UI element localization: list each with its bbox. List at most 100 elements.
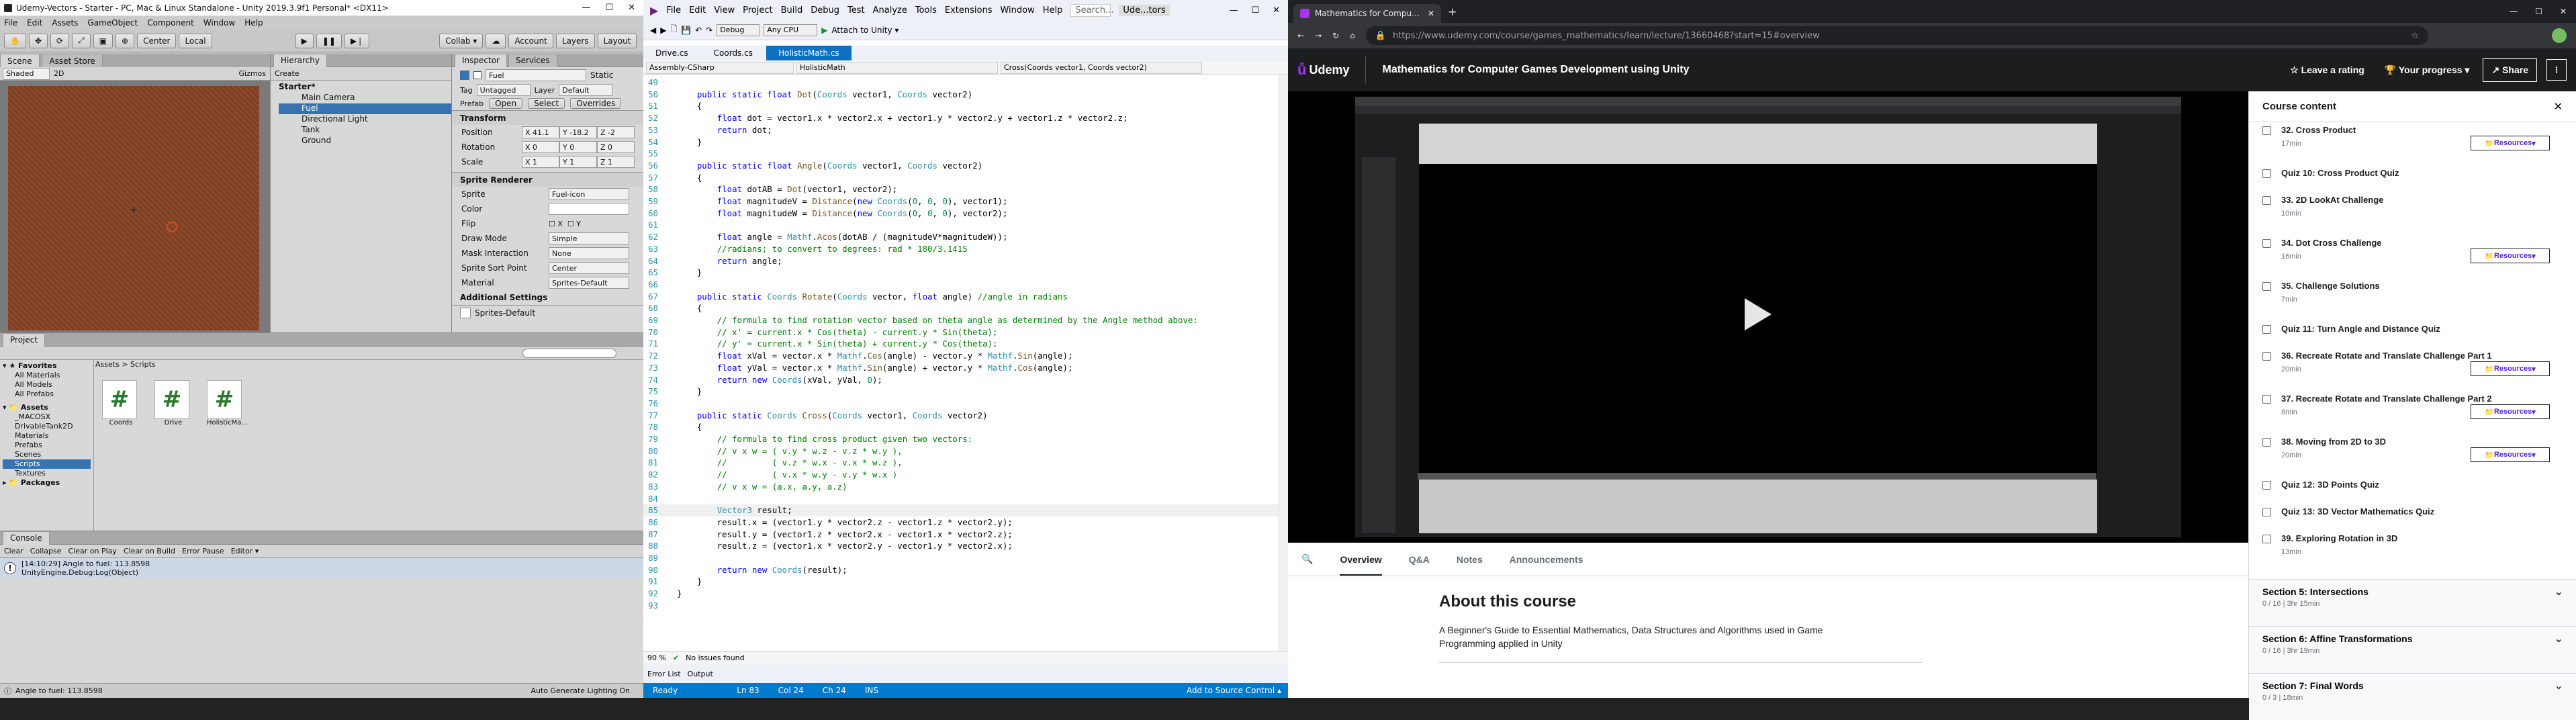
folder-item[interactable]: DrivableTank2D [3,422,91,431]
additional-settings-foldout[interactable]: Additional Settings [452,290,643,305]
sprite-field[interactable]: Fuel-icon [549,188,629,200]
vs-search-input[interactable]: Search... [1070,3,1113,17]
fuel-gizmo-icon[interactable] [167,222,177,232]
curriculum-item[interactable]: Quiz 11: Turn Angle and Distance Quiz [2249,321,2576,348]
resources-button[interactable]: 📁 Resources ▾ [2471,404,2550,419]
hierarchy-item[interactable]: Tank [279,125,451,136]
rotation-z-field[interactable]: Z 0 [597,141,635,153]
vs-menu-item[interactable]: Extensions [945,5,993,15]
prefab-overrides-button[interactable]: Overrides [570,98,622,109]
flip-checkboxes[interactable]: ☐ X ☐ Y [549,220,581,228]
vs-menu-item[interactable]: Tools [915,5,937,15]
gameobject-name-field[interactable]: Fuel [486,69,586,81]
tab-notes[interactable]: Notes [1457,554,1483,565]
material-field[interactable]: Sprites-Default [549,277,629,289]
resources-button[interactable]: 📁 Resources ▾ [2471,447,2550,462]
tab-output[interactable]: Output [688,670,713,678]
maximize-icon[interactable]: ☐ [1251,5,1259,15]
chevron-down-icon[interactable]: ⌄ [2555,679,2563,692]
project-dropdown[interactable]: Assembly-CSharp [646,61,794,74]
favorite-item[interactable]: All Prefabs [3,390,91,399]
redo-icon[interactable]: ↷ [706,26,712,35]
back-icon[interactable]: ◀ [650,26,656,35]
minimize-icon[interactable]: — [2510,7,2518,16]
tab-inspector[interactable]: Inspector [455,54,507,67]
zoom-level[interactable]: 90 % [647,654,666,662]
video-player[interactable] [1288,91,2248,543]
project-breadcrumb[interactable]: Assets > Scripts [95,360,156,369]
sprite-renderer-header[interactable]: Sprite Renderer [452,172,643,187]
layer-select[interactable]: Default [559,84,613,96]
material-footer[interactable]: Sprites-Default [452,305,643,320]
vs-menu-item[interactable]: Debug [811,5,839,15]
vs-menu-item[interactable]: Window [1000,5,1034,15]
maximize-icon[interactable]: ☐ [2535,7,2542,16]
step-button[interactable]: ▶❘ [344,33,370,48]
folder-item[interactable]: Scenes [3,450,91,459]
profile-avatar[interactable] [2552,28,2567,43]
completion-checkbox[interactable] [2262,508,2271,516]
layers-button[interactable]: Layers [555,33,595,48]
console-editor-dropdown[interactable]: Editor ▾ [231,547,259,555]
save-icon[interactable]: 💾 [681,26,691,35]
rotation-x-field[interactable]: X 0 [522,141,559,153]
folder-item[interactable]: _MACOSX [3,412,91,422]
hierarchy-item[interactable]: Main Camera [279,93,451,103]
new-tab-icon[interactable]: + [1448,5,1457,18]
position-x-field[interactable]: X 41.1 [522,126,559,138]
curriculum-item[interactable]: 35. Challenge Solutions 7min [2249,278,2576,321]
completion-checkbox[interactable] [2262,352,2271,361]
chevron-down-icon[interactable]: ⌄ [2555,585,2563,598]
folder-item[interactable]: Materials [3,431,91,441]
vs-menu-item[interactable]: Test [847,5,865,15]
account-button[interactable]: Account [508,33,553,48]
play-overlay-icon[interactable] [1745,298,1772,330]
undo-icon[interactable]: ↶ [695,26,702,35]
udemy-logo-icon[interactable]: ů [1297,61,1306,79]
scene-root-starter[interactable]: Starter* [279,82,451,93]
course-title[interactable]: Mathematics for Computer Games Developme… [1382,64,1689,76]
completion-checkbox[interactable] [2262,325,2271,334]
search-icon[interactable]: 🔍 [1301,553,1313,565]
completion-checkbox[interactable] [2262,239,2271,248]
vs-menu-item[interactable]: Edit [689,5,706,15]
cloud-icon[interactable]: ☁ [486,33,506,48]
active-checkbox[interactable] [473,71,481,79]
forward-icon[interactable]: ▶ [660,26,666,35]
curriculum-item[interactable]: Quiz 12: 3D Points Quiz [2249,477,2576,504]
progress-button[interactable]: 🏆 Your progress ▾ [2385,64,2470,76]
rotation-y-field[interactable]: Y 0 [559,141,597,153]
scale-tool-icon[interactable]: ⤢ [72,33,91,48]
leave-rating-button[interactable]: ☆ Leave a rating [2290,64,2364,76]
completion-checkbox[interactable] [2262,481,2271,490]
curriculum-item[interactable]: 38. Moving from 2D to 3D 20min 📁 Resources… [2249,434,2576,477]
menu-gameobject[interactable]: GameObject [87,18,138,28]
class-dropdown[interactable]: HolisticMath [796,61,998,74]
tab-hierarchy[interactable]: Hierarchy [273,53,328,67]
hierarchy-item[interactable]: Directional Light [279,114,451,125]
chevron-down-icon[interactable]: ⌄ [2555,632,2563,645]
platform-select[interactable]: Any CPU [764,24,818,36]
tab-holisticmath-cs[interactable]: HolisticMath.cs [766,46,852,60]
position-y-field[interactable]: Y -18.2 [559,126,597,138]
hierarchy-item-selected[interactable]: Fuel [279,103,451,114]
tab-error-list[interactable]: Error List [647,670,681,678]
curriculum-item[interactable]: 36. Recreate Rotate and Translate Challe… [2249,348,2576,391]
2d-toggle[interactable]: 2D [54,69,64,78]
curriculum-item[interactable]: 39. Exploring Rotation in 3D 13min [2249,531,2576,574]
assets-folder[interactable]: ▾ 📁 Assets [3,403,91,412]
play-button[interactable]: ▶ [295,33,314,48]
script-asset[interactable]: # Coords [102,380,140,426]
favorites-header[interactable]: ▾ ★ Favorites [3,361,91,371]
resources-button[interactable]: 📁 Resources ▾ [2471,361,2550,376]
course-section[interactable]: Section 6: Affine Transformations 0 / 16 … [2249,626,2576,673]
folder-item-selected[interactable]: Scripts [3,459,91,469]
curriculum-item[interactable]: 32. Cross Product 17min 📁 Resources ▾ [2249,122,2576,165]
completion-checkbox[interactable] [2262,282,2271,291]
tab-announcements[interactable]: Announcements [1510,554,1583,565]
udemy-logo-text[interactable]: Udemy [1309,63,1349,77]
completion-checkbox[interactable] [2262,395,2271,404]
browser-tab-active[interactable]: Mathematics for Computer Ga... ✕ [1293,4,1441,23]
scene-view[interactable]: + [0,81,270,332]
hand-tool-icon[interactable]: ✋ [4,33,26,48]
